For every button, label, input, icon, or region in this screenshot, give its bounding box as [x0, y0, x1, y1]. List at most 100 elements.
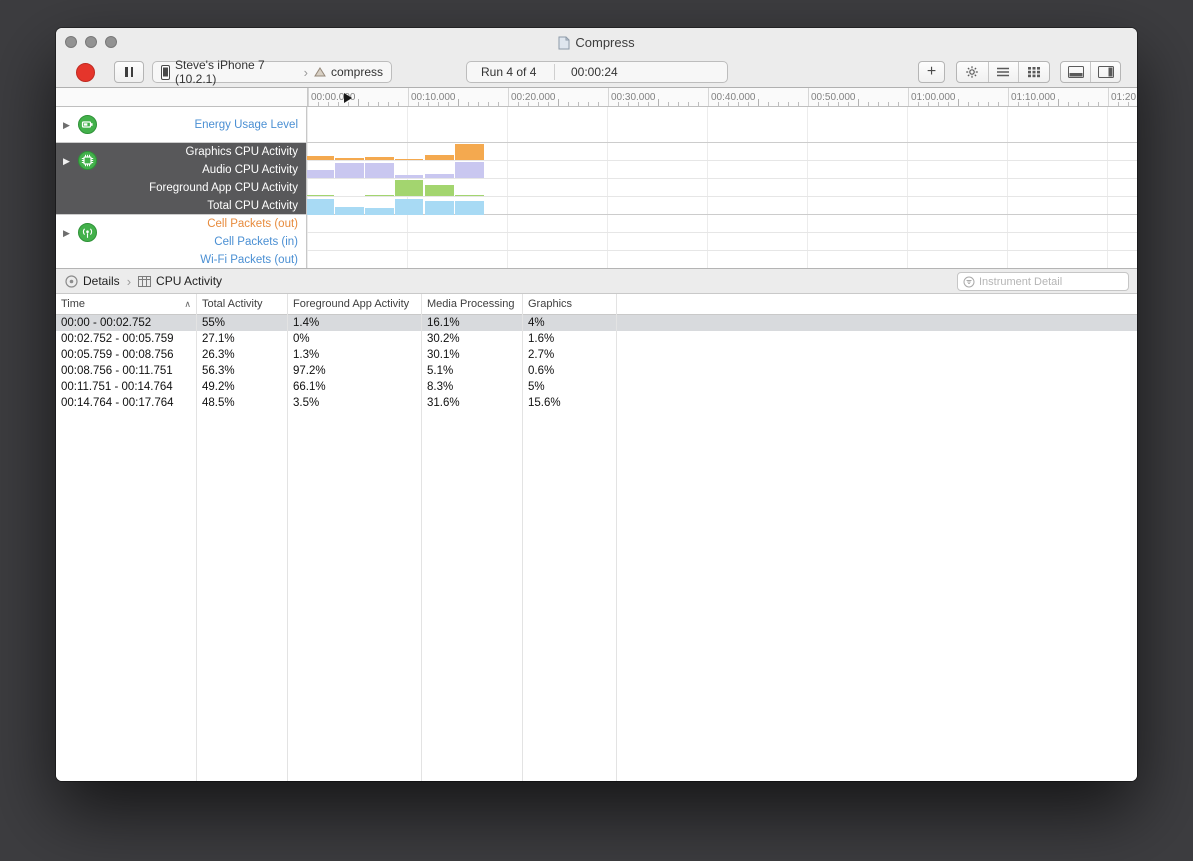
playhead-marker[interactable] — [344, 93, 352, 103]
column-header-foreground-app-activity[interactable]: Foreground App Activity — [288, 294, 422, 314]
table-row[interactable]: 00:08.756 - 00:11.751 56.3% 97.2% 5.1% 0.6% — [56, 363, 1137, 379]
column-header-total-activity[interactable]: Total Activity — [197, 294, 288, 314]
track-label[interactable]: Wi-Fi Packets (out) — [56, 251, 306, 268]
table-cell: 1.3% — [293, 349, 320, 361]
chart-bar — [394, 175, 424, 178]
table-row[interactable]: 00:05.759 - 00:08.756 26.3% 1.3% 30.1% 2.7% — [56, 347, 1137, 363]
track-label[interactable]: Cell Packets (in) — [56, 233, 306, 251]
chevron-right-icon: › — [126, 273, 132, 289]
column-header-label: Graphics — [528, 298, 573, 310]
track-label[interactable]: Audio CPU Activity — [56, 161, 306, 179]
add-instrument-button[interactable]: + — [918, 61, 945, 83]
track-chart-row[interactable] — [307, 143, 1137, 161]
track-chart-row[interactable] — [307, 107, 1137, 143]
breadcrumb-cpu-activity[interactable]: CPU Activity — [156, 274, 222, 288]
track-chart-row[interactable] — [307, 215, 1137, 233]
track-label[interactable]: Cell Packets (out) — [56, 215, 306, 233]
target-device-selector[interactable]: Steve's iPhone 7 (10.2.1) › compress — [152, 58, 392, 86]
view-mode-buttons — [956, 61, 1050, 83]
column-header-time[interactable]: Time ∧ — [56, 294, 197, 314]
pause-button[interactable] — [114, 61, 144, 83]
iphone-icon — [161, 64, 170, 80]
toggle-detail-pane-button[interactable] — [1061, 62, 1090, 82]
chart-bar — [454, 201, 484, 215]
chart-bar — [394, 180, 424, 196]
record-icon — [75, 62, 95, 82]
chart-bar — [424, 185, 454, 196]
column-header-media-processing[interactable]: Media Processing — [422, 294, 523, 314]
chart-bar — [424, 201, 454, 215]
table-cell: 66.1% — [293, 381, 326, 393]
table-cell: 00:00 - 00:02.752 — [61, 317, 152, 329]
document-icon — [558, 36, 570, 50]
table-cell: 8.3% — [427, 381, 454, 393]
grid-icon — [1027, 66, 1041, 78]
chart-bar — [424, 155, 454, 160]
track-group[interactable]: ▶ Cell Packets (out) Cell Packets (in) Wi-F… — [56, 215, 1137, 268]
timeline-ruler[interactable]: 00:00.000 00:10.000 00:20.000 00:30.000 00:4… — [56, 88, 1137, 107]
table-row[interactable]: 00:02.752 - 00:05.759 27.1% 0% 30.2% 1.6% — [56, 331, 1137, 347]
track-label[interactable]: Graphics CPU Activity — [56, 143, 306, 161]
list-icon — [996, 66, 1010, 78]
column-header-label: Time — [61, 298, 86, 310]
chart-bar — [424, 174, 454, 178]
strategy-grid-button[interactable] — [1018, 62, 1049, 82]
table-cell: 4% — [528, 317, 545, 329]
table-cell: 3.5% — [293, 397, 320, 409]
track-sidebar: ▶ Energy Usage Level — [56, 107, 307, 142]
target-name[interactable]: compress — [331, 65, 383, 79]
details-icon — [65, 274, 78, 288]
titlebar[interactable]: Compress — [56, 28, 1137, 57]
details-toolbar: Details › CPU Activity — [56, 268, 1137, 294]
window-title: Compress — [575, 35, 635, 50]
track-chart-row[interactable] — [307, 161, 1137, 179]
track-label[interactable]: Foreground App CPU Activity — [56, 179, 306, 197]
track-chart-row[interactable] — [307, 197, 1137, 215]
track-sidebar: ▶ Graphics CPU Activity Audio CPU Activity… — [56, 143, 307, 214]
column-header-graphics[interactable]: Graphics — [523, 294, 617, 314]
track-group[interactable]: ▶ Energy Usage Level — [56, 107, 1137, 143]
filter-input[interactable] — [979, 275, 1123, 288]
table-cell: 56.3% — [202, 365, 235, 377]
toolbar: Steve's iPhone 7 (10.2.1) › compress Run… — [56, 57, 1137, 88]
column-header-label: Media Processing — [427, 298, 515, 310]
instruments-list-button[interactable] — [987, 62, 1019, 82]
track-chart-row[interactable] — [307, 233, 1137, 251]
track-label[interactable]: Energy Usage Level — [56, 107, 306, 143]
table-row[interactable]: 00:11.751 - 00:14.764 49.2% 66.1% 8.3% 5% — [56, 379, 1137, 395]
pane-toggle-buttons — [1060, 61, 1121, 83]
table-cell: 97.2% — [293, 365, 326, 377]
target-app-icon — [314, 67, 326, 77]
chart-bar — [394, 199, 424, 215]
table-row[interactable]: 00:14.764 - 00:17.764 48.5% 3.5% 31.6% 15.6% — [56, 395, 1137, 411]
track-group[interactable]: ▶ Graphics CPU Activity Audio CPU Activity… — [56, 143, 1137, 215]
filter-field[interactable] — [957, 272, 1129, 291]
toggle-inspector-pane-button[interactable] — [1090, 62, 1120, 82]
table-row[interactable]: 00:00 - 00:02.752 55% 1.4% 16.1% 4% — [56, 315, 1137, 331]
track-chart-row[interactable] — [307, 179, 1137, 197]
table-cell: 5% — [528, 381, 545, 393]
table-cell: 31.6% — [427, 397, 460, 409]
track-chart-row[interactable] — [307, 251, 1137, 268]
gear-icon — [965, 65, 979, 79]
chart-bar — [454, 162, 484, 178]
track-sidebar: ▶ Cell Packets (out) Cell Packets (in) Wi-F… — [56, 215, 307, 268]
pause-icon — [125, 67, 133, 77]
plus-icon: + — [926, 63, 937, 80]
chart-bar — [454, 195, 484, 196]
track-label[interactable]: Total CPU Activity — [56, 197, 306, 215]
table-view-icon — [138, 275, 152, 287]
device-name[interactable]: Steve's iPhone 7 (10.2.1) — [175, 58, 298, 86]
chart-bar — [454, 144, 484, 160]
table-cell: 26.3% — [202, 349, 235, 361]
record-settings-button[interactable] — [957, 62, 988, 82]
record-button[interactable] — [72, 61, 98, 83]
table-cell: 27.1% — [202, 333, 235, 345]
table-cell: 16.1% — [427, 317, 460, 329]
table-cell: 15.6% — [528, 397, 561, 409]
chart-bar — [394, 159, 424, 160]
breadcrumb-details[interactable]: Details — [83, 274, 120, 288]
chevron-right-icon: › — [303, 64, 308, 80]
table-cell: 55% — [202, 317, 226, 329]
chart-bar — [334, 158, 364, 160]
